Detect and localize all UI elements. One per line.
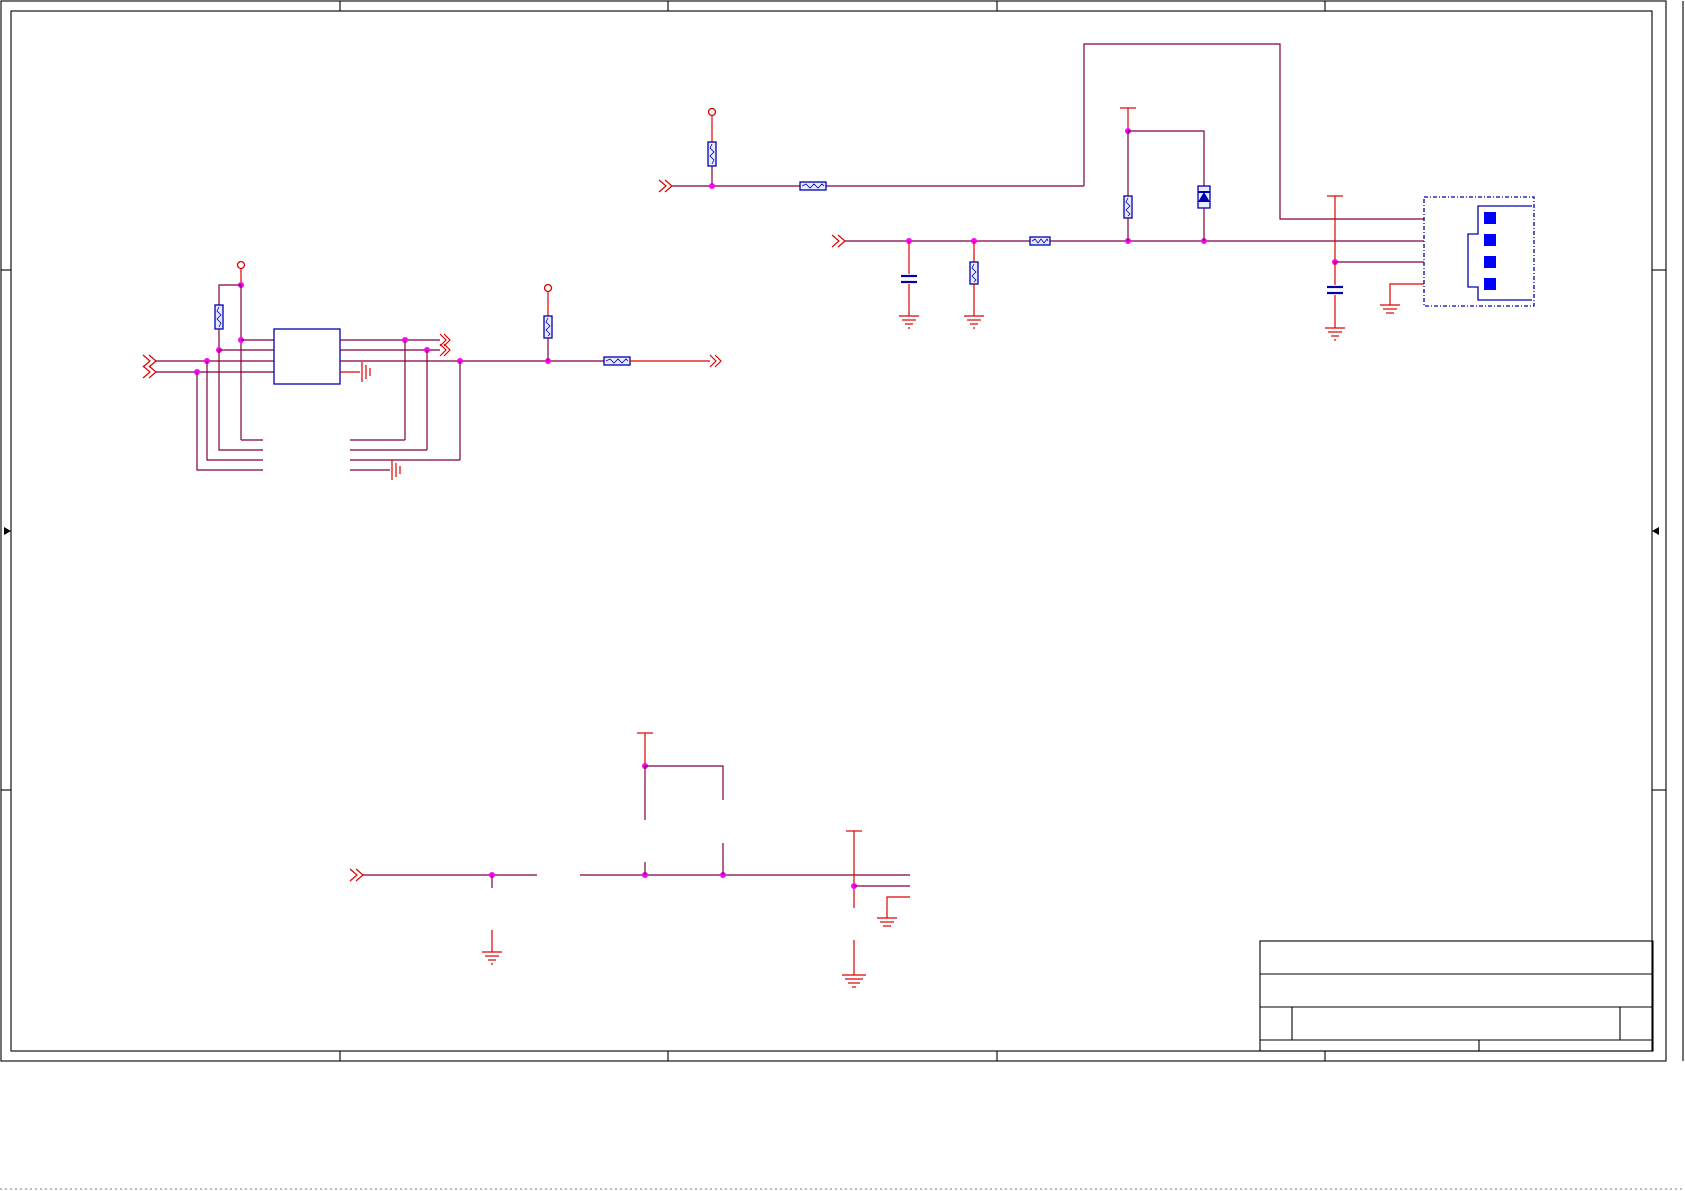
resistor (969, 261, 979, 285)
bottom-input-stage (349, 732, 910, 988)
resistor (214, 304, 224, 330)
schematic-sheet (0, 0, 1685, 1190)
ground-symbol (842, 974, 866, 988)
ground-symbol (1325, 327, 1345, 341)
resistor (707, 141, 717, 167)
diode (1197, 185, 1211, 209)
ic-package (273, 328, 341, 385)
input-pullup-network (658, 43, 1424, 220)
four-pin-connector (1423, 196, 1535, 307)
resistor (543, 315, 553, 339)
resistor (603, 356, 631, 366)
ic-interface-network (142, 260, 722, 480)
connector-filter-network (831, 107, 1535, 341)
resistor (799, 181, 827, 191)
drawing-frame (0, 0, 1685, 1190)
ground-symbol (964, 315, 984, 329)
ground-symbol (877, 917, 897, 927)
resistor (1123, 195, 1133, 219)
resistor (1029, 236, 1051, 246)
ground-symbol (899, 315, 919, 329)
ground-symbol (1380, 304, 1400, 314)
ground-symbol (482, 951, 502, 965)
title-block (1259, 940, 1654, 1052)
